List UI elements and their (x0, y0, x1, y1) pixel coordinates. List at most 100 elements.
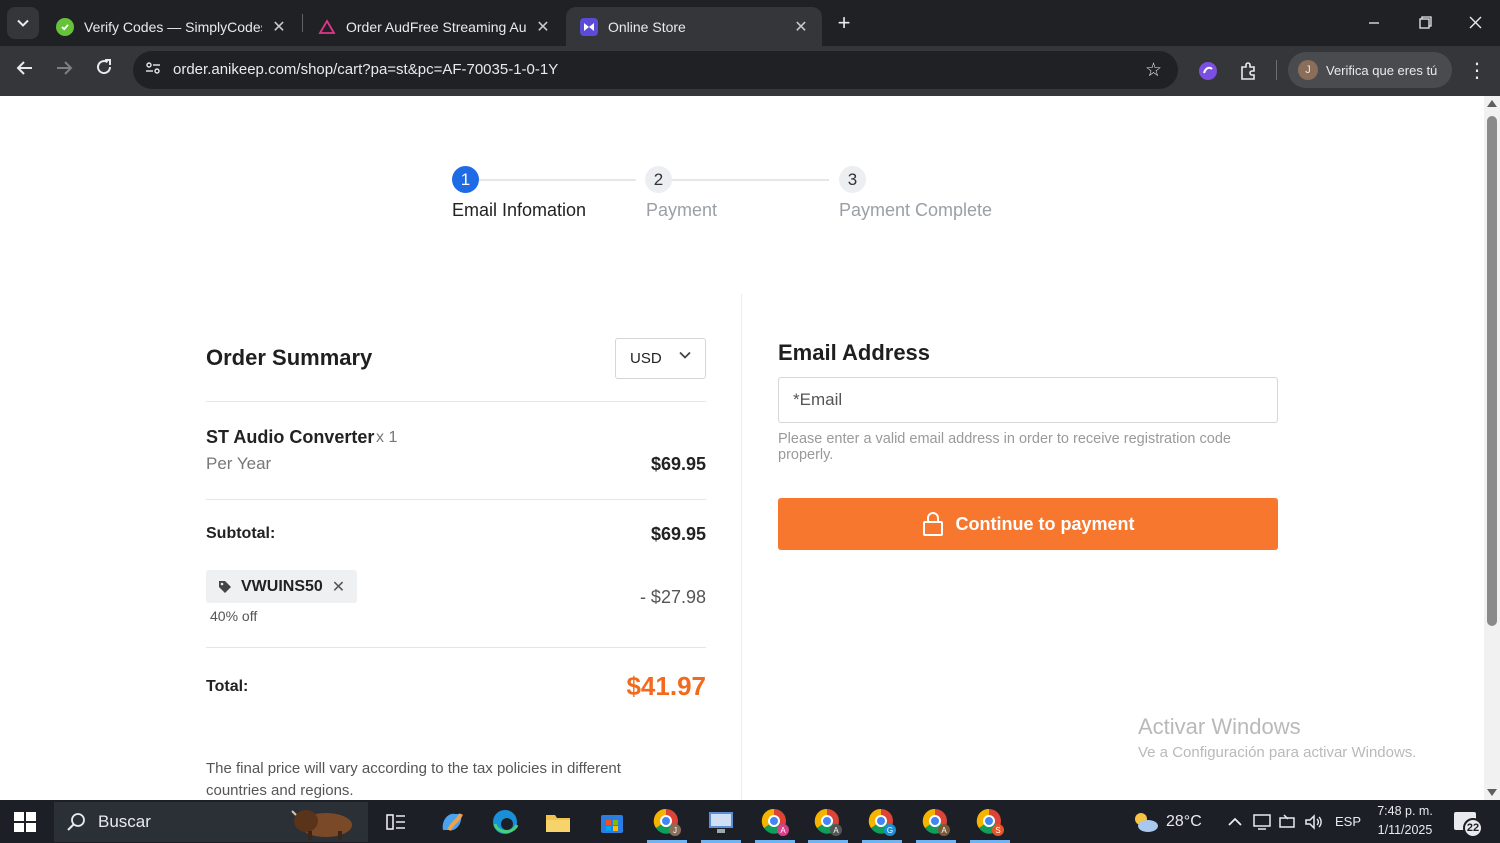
chrome-profile-a3-icon[interactable]: A (919, 806, 953, 838)
avatar: J (1298, 60, 1318, 80)
profile-label: Verifica que eres tú (1326, 62, 1438, 78)
tab-audfree[interactable]: Order AudFree Streaming Audio ✕ (304, 7, 564, 46)
chrome-profile-g-icon[interactable]: G (865, 806, 899, 838)
chrome-profile-j-icon[interactable]: J (650, 806, 684, 838)
remote-desktop-icon[interactable] (704, 806, 738, 838)
step-connector (479, 179, 636, 181)
svg-text:A: A (941, 826, 947, 835)
coupon-chip: VWUINS50 ✕ (206, 570, 357, 603)
more-menu-icon[interactable]: ⋮ (1465, 58, 1489, 84)
reload-button[interactable] (91, 58, 117, 84)
step-1-circle: 1 (452, 166, 479, 193)
scrollbar-thumb[interactable] (1487, 116, 1497, 626)
language-indicator[interactable]: ESP (1335, 814, 1361, 829)
coupon-discount-note: 40% off (210, 608, 258, 624)
taskbar-search[interactable]: Buscar (54, 802, 368, 842)
product-quantity: x 1 (376, 429, 398, 446)
step-3-label: Payment Complete (839, 200, 993, 220)
extensions-puzzle-icon[interactable] (1235, 58, 1261, 84)
file-explorer-icon[interactable] (541, 806, 575, 838)
divider (206, 499, 706, 500)
currency-value: USD (630, 350, 662, 367)
step-2-circle: 2 (645, 166, 672, 193)
chevron-down-icon (17, 19, 29, 27)
toolbar-separator (1276, 60, 1277, 80)
tab-title: Online Store (608, 18, 686, 35)
subtotal-label: Subtotal: (206, 525, 276, 542)
notification-count-badge: 22 (1463, 818, 1483, 838)
extension-icon[interactable] (1195, 58, 1221, 84)
remove-coupon-icon[interactable]: ✕ (332, 577, 345, 597)
windows-start-icon[interactable] (14, 812, 36, 832)
total-label: Total: (206, 678, 249, 695)
svg-text:A: A (780, 826, 786, 835)
email-help-text: Please enter a valid email address in or… (778, 431, 1231, 463)
continue-to-payment-label: Continue to payment (955, 513, 1135, 534)
tab-separator (302, 14, 303, 32)
weather-icon[interactable] (1128, 806, 1162, 838)
chrome-profile-s-icon[interactable]: S (973, 806, 1007, 838)
restore-button[interactable] (1412, 10, 1438, 36)
email-heading: Email Address (778, 340, 931, 365)
checkout-page: 1 Email Infomation 2 Payment 3 Payment C… (0, 96, 1484, 800)
svg-text:A: A (833, 826, 839, 835)
discount-value: - $27.98 (639, 587, 706, 607)
product-price: $69.95 (650, 454, 706, 474)
browser-tab-bar: Verify Codes — SimplyCodes ✕ Order AudFr… (0, 0, 1500, 46)
browser-toolbar: order.anikeep.com/shop/cart?pa=st&pc=AF-… (0, 46, 1500, 96)
taskbar-clock[interactable]: 7:48 p. m. 1/11/2025 (1374, 802, 1436, 840)
tab-title: Verify Codes — SimplyCodes (84, 18, 262, 35)
chevron-down-icon (679, 351, 691, 359)
close-icon[interactable]: ✕ (270, 17, 288, 37)
close-window-button[interactable] (1462, 10, 1488, 36)
audfree-icon (318, 18, 336, 36)
url-text: order.anikeep.com/shop/cart?pa=st&pc=AF-… (173, 61, 559, 78)
back-button[interactable] (12, 58, 38, 84)
copilot-icon[interactable] (435, 806, 469, 838)
address-bar[interactable]: order.anikeep.com/shop/cart?pa=st&pc=AF-… (133, 51, 1178, 89)
step-1-label: Email Infomation (452, 200, 587, 220)
email-field[interactable] (778, 377, 1278, 423)
close-icon[interactable]: ✕ (534, 17, 552, 37)
subtotal-value: $69.95 (650, 524, 706, 544)
store-icon (580, 17, 598, 36)
tab-title: Order AudFree Streaming Audio (346, 18, 526, 35)
tag-icon (218, 580, 232, 594)
scroll-up-arrow-icon[interactable] (1487, 100, 1497, 107)
chrome-profile-a2-icon[interactable]: A (811, 806, 845, 838)
product-period: Per Year (206, 454, 272, 473)
page-scrollbar[interactable] (1484, 96, 1500, 800)
site-info-icon[interactable] (143, 60, 163, 80)
volume-icon[interactable] (1297, 806, 1331, 838)
minimize-button[interactable] (1361, 10, 1387, 36)
task-view-icon[interactable] (379, 806, 413, 838)
search-highlight-bison-icon (291, 810, 352, 840)
arrow-left-icon (16, 61, 32, 75)
coupon-code: VWUINS50 (241, 577, 323, 595)
product-name: ST Audio Converter (206, 427, 375, 447)
edge-browser-icon[interactable] (488, 806, 522, 838)
new-tab-button[interactable]: + (832, 10, 856, 36)
svg-text:G: G (887, 826, 893, 835)
tab-search-button[interactable] (7, 7, 39, 39)
step-3-circle: 3 (839, 166, 866, 193)
tab-simplycodes[interactable]: Verify Codes — SimplyCodes ✕ (42, 7, 300, 46)
close-icon[interactable]: ✕ (792, 17, 810, 37)
windows-activation-watermark: Activar Windows Ve a Configuración para … (1138, 714, 1416, 761)
tab-online-store[interactable]: Online Store ✕ (566, 7, 822, 46)
continue-to-payment-button[interactable]: Continue to payment (778, 498, 1278, 550)
watermark-title: Activar Windows (1138, 714, 1301, 739)
scroll-down-arrow-icon[interactable] (1487, 789, 1497, 796)
forward-button[interactable] (51, 58, 77, 84)
divider (206, 401, 706, 402)
svg-text:J: J (673, 826, 677, 835)
profile-button[interactable]: J Verifica que eres tú (1288, 52, 1452, 88)
simplycodes-icon (56, 17, 74, 36)
search-icon (66, 812, 86, 832)
chrome-profile-a-icon[interactable]: A (758, 806, 792, 838)
arrow-right-icon (57, 61, 73, 75)
bookmark-star-icon[interactable]: ☆ (1145, 59, 1162, 82)
currency-select[interactable]: USD (615, 338, 706, 379)
microsoft-store-icon[interactable] (595, 806, 629, 838)
total-value: $41.97 (626, 671, 706, 701)
